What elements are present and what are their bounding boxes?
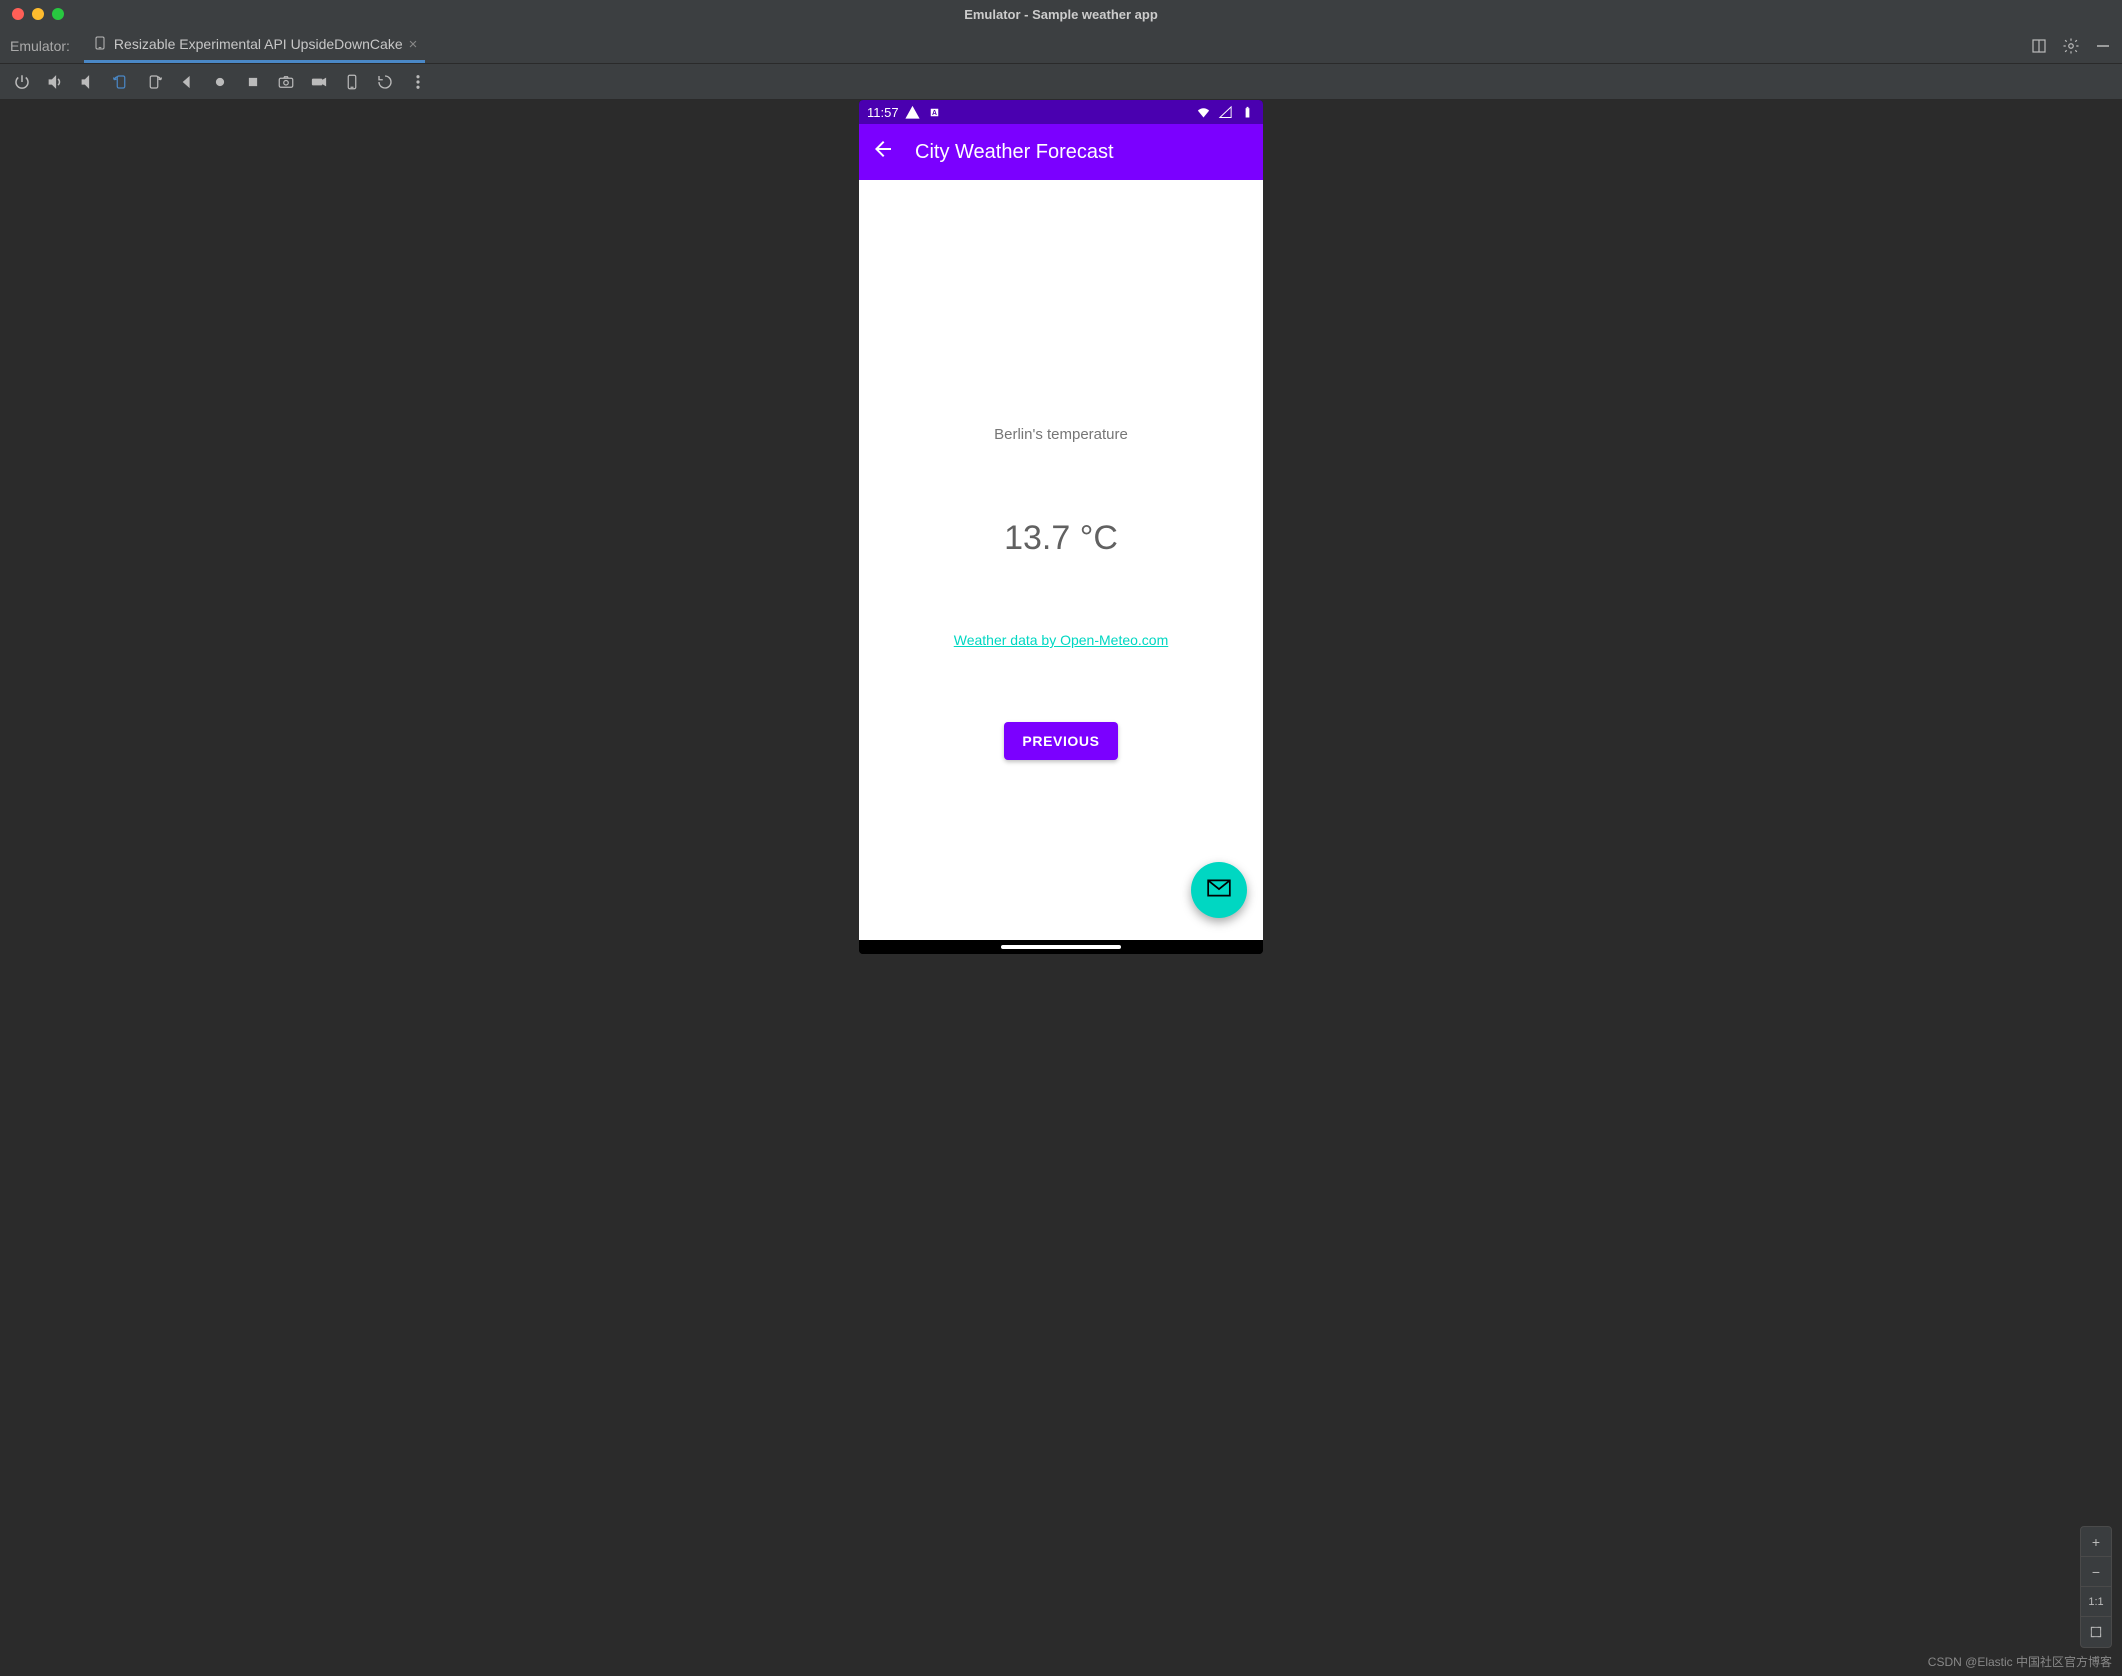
wifi-icon — [1195, 104, 1211, 120]
close-window-button[interactable] — [12, 8, 24, 20]
rotate-right-icon[interactable] — [144, 72, 164, 92]
android-statusbar: 11:57 A — [859, 100, 1263, 124]
android-navbar — [859, 940, 1263, 954]
emulator-tab[interactable]: Resizable Experimental API UpsideDownCak… — [84, 28, 425, 63]
nav-handle[interactable] — [1001, 945, 1121, 949]
volume-up-icon[interactable] — [45, 72, 65, 92]
warning-icon — [905, 104, 921, 120]
screenshot-icon[interactable] — [276, 72, 296, 92]
weather-data-link[interactable]: Weather data by Open-Meteo.com — [954, 632, 1169, 648]
app-back-button[interactable] — [871, 137, 895, 167]
previous-button[interactable]: PREVIOUS — [1004, 722, 1117, 760]
window-title: Emulator - Sample weather app — [0, 7, 2122, 22]
back-icon[interactable] — [177, 72, 197, 92]
appbar-title: City Weather Forecast — [915, 141, 1114, 164]
device-icon — [92, 35, 108, 54]
device-frame: 11:57 A City Weather Forecast Berlin's t… — [859, 100, 1263, 954]
rotate-left-icon[interactable] — [111, 72, 131, 92]
temperature-value: 13.7 °C — [1004, 519, 1118, 558]
record-icon[interactable] — [309, 72, 329, 92]
zoom-actual-button[interactable]: 1:1 — [2081, 1587, 2111, 1617]
signal-icon — [1217, 104, 1233, 120]
window-mode-icon[interactable] — [2030, 37, 2048, 55]
volume-down-icon[interactable] — [78, 72, 98, 92]
close-tab-icon[interactable]: × — [409, 36, 418, 53]
power-icon[interactable] — [12, 72, 32, 92]
device-frame-icon[interactable] — [342, 72, 362, 92]
fab-mail-button[interactable] — [1191, 862, 1247, 918]
watermark: CSDN @Elastic 中国社区官方博客 — [1928, 1653, 2112, 1670]
snapshot-icon[interactable] — [375, 72, 395, 92]
mail-icon — [1206, 875, 1232, 906]
battery-icon — [1239, 104, 1255, 120]
zoom-panel: + − 1:1 — [2080, 1526, 2112, 1648]
debug-icon: A — [927, 104, 943, 120]
app-content: Berlin's temperature 13.7 °C Weather dat… — [859, 180, 1263, 940]
gear-icon[interactable] — [2062, 37, 2080, 55]
mac-titlebar: Emulator - Sample weather app — [0, 0, 2122, 28]
maximize-window-button[interactable] — [52, 8, 64, 20]
workspace: 11:57 A City Weather Forecast Berlin's t… — [0, 100, 2122, 1676]
zoom-in-button[interactable]: + — [2081, 1527, 2111, 1557]
android-appbar: City Weather Forecast — [859, 124, 1263, 180]
minimize-window-button[interactable] — [32, 8, 44, 20]
minimize-panel-icon[interactable] — [2094, 37, 2112, 55]
temperature-label: Berlin's temperature — [994, 426, 1128, 443]
tab-label: Resizable Experimental API UpsideDownCak… — [114, 36, 403, 52]
zoom-out-button[interactable]: − — [2081, 1557, 2111, 1587]
tabbar-label: Emulator: — [10, 28, 76, 63]
svg-text:A: A — [932, 110, 937, 117]
home-icon[interactable] — [210, 72, 230, 92]
device-toolbar — [0, 64, 2122, 100]
ide-tabbar: Emulator: Resizable Experimental API Ups… — [0, 28, 2122, 64]
overview-icon[interactable] — [243, 72, 263, 92]
tabbar-right-controls — [2030, 28, 2112, 63]
status-time: 11:57 — [867, 105, 899, 120]
window-controls — [12, 8, 64, 20]
more-icon[interactable] — [408, 72, 428, 92]
zoom-fit-button[interactable] — [2081, 1617, 2111, 1647]
